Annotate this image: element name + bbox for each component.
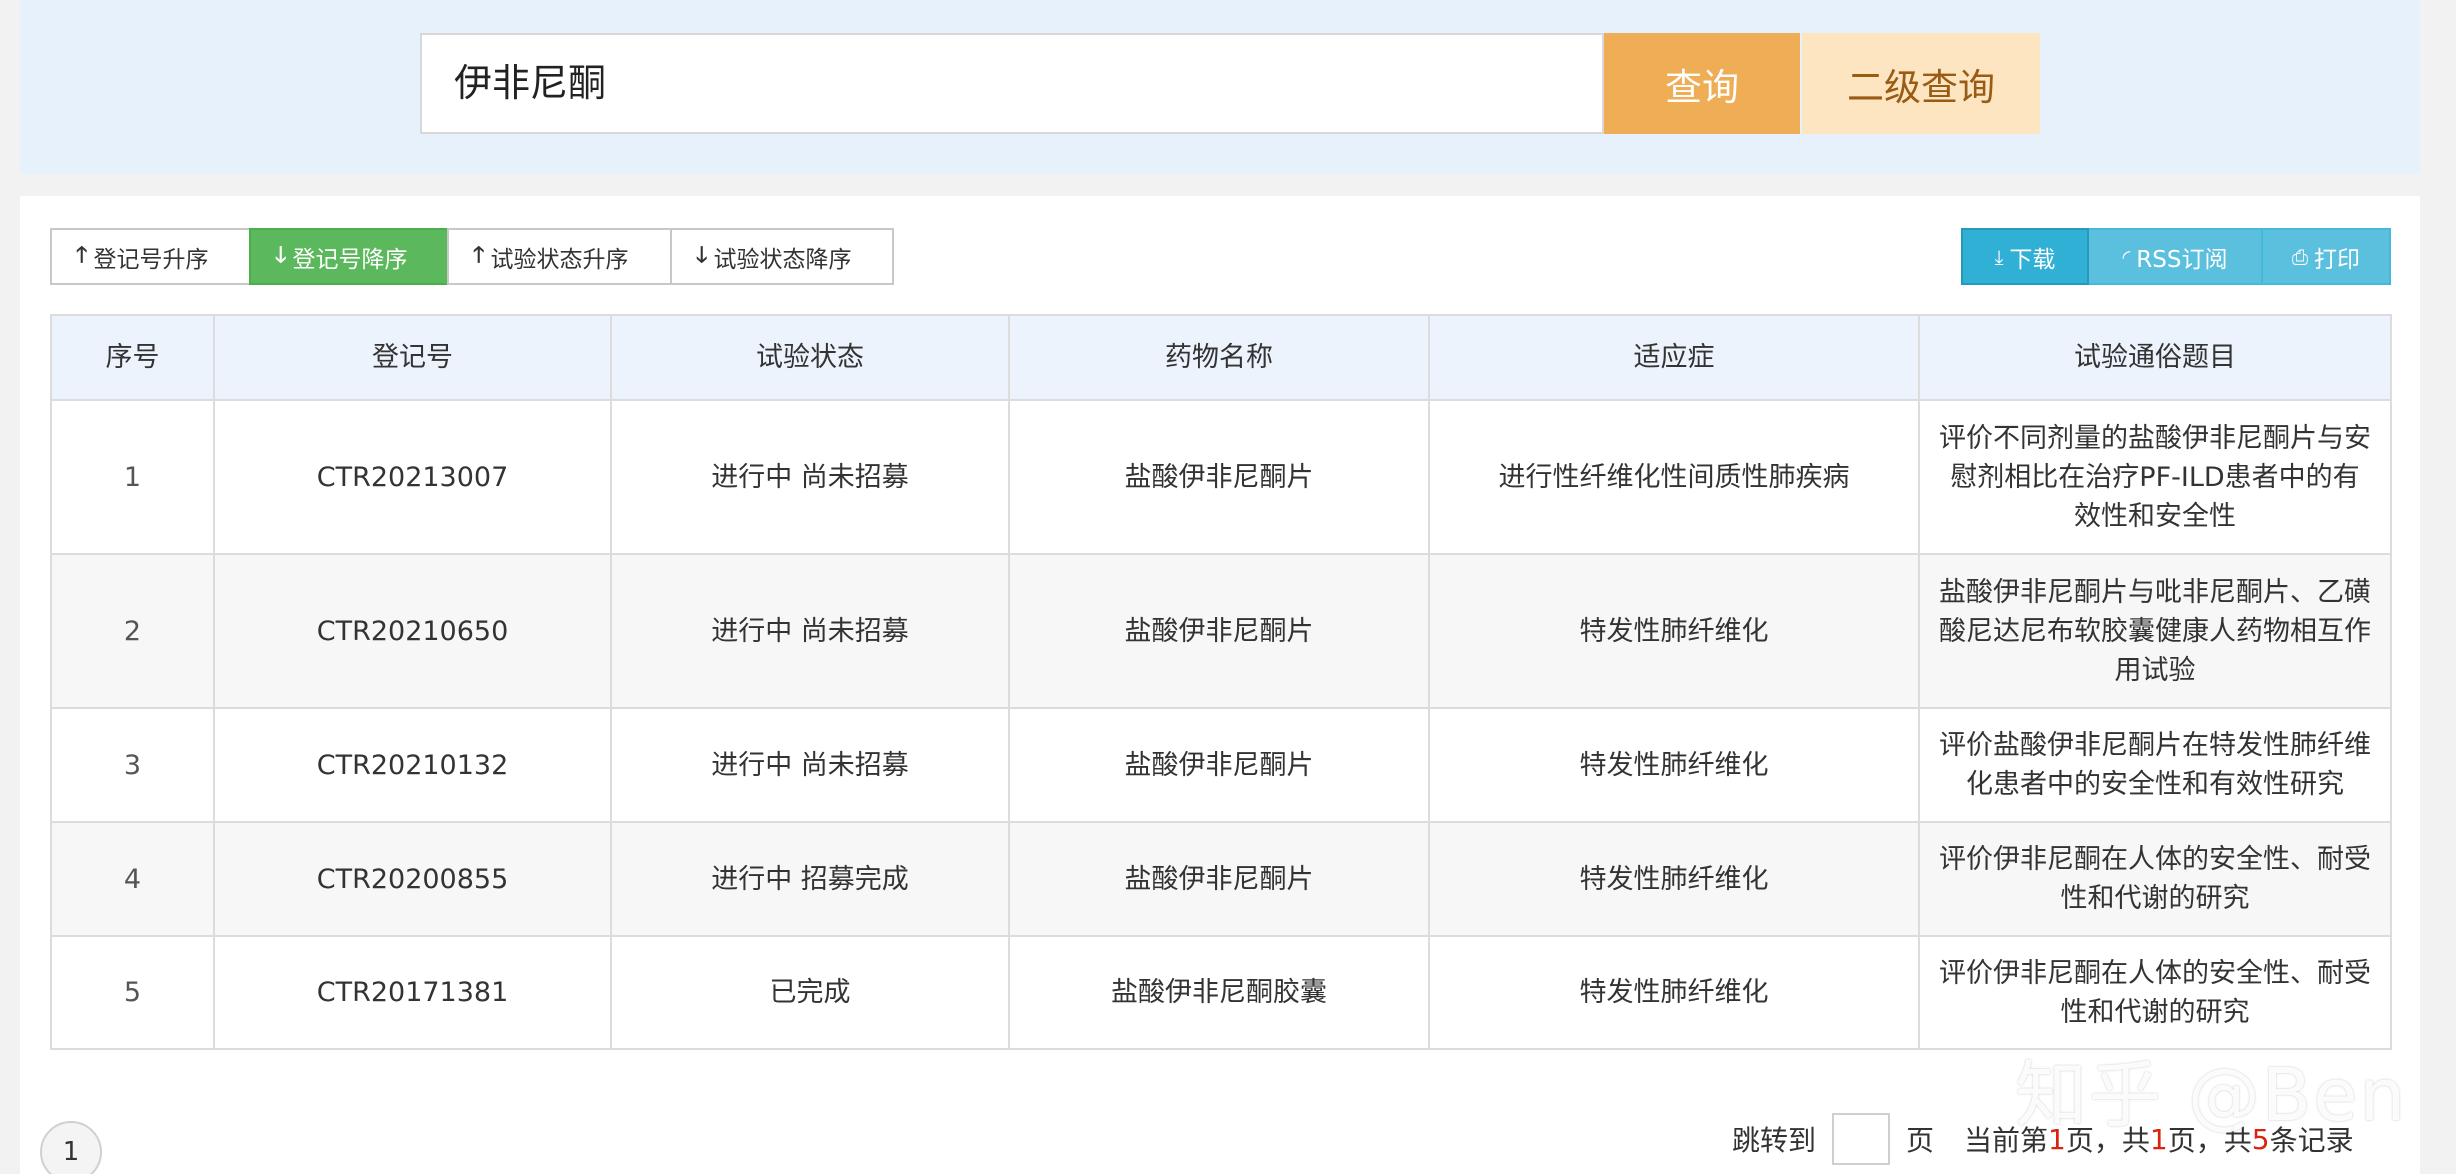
cell-status: 进行中 尚未招募 xyxy=(610,707,1010,823)
current-suffix: 页，共 xyxy=(2065,1124,2150,1157)
sort-reg-no-desc-button[interactable]: 🡓 登记号降序 xyxy=(249,228,449,285)
total-records-number: 5 xyxy=(2251,1122,2270,1156)
table-header-row: 序号 登记号 试验状态 药物名称 适应症 试验通俗题目 xyxy=(50,314,2392,401)
rss-label: RSS订阅 xyxy=(2136,246,2228,273)
rss-icon: ◜ xyxy=(2122,244,2131,269)
cell-indication: 特发性肺纤维化 xyxy=(1428,821,1920,937)
table-row[interactable]: 3 CTR20210132 进行中 尚未招募 盐酸伊非尼酮片 特发性肺纤维化 评… xyxy=(50,707,2392,823)
arrow-down-icon: 🡓 xyxy=(696,242,708,268)
cell-drug: 盐酸伊非尼酮片 xyxy=(1008,707,1430,823)
total-suffix: 页，共 xyxy=(2167,1124,2252,1157)
cell-reg-no[interactable]: CTR20171381 xyxy=(213,935,612,1050)
cell-reg-no[interactable]: CTR20210650 xyxy=(213,553,612,709)
arrow-down-icon: 🡓 xyxy=(275,242,287,268)
cell-indication: 特发性肺纤维化 xyxy=(1428,935,1920,1050)
cell-status: 进行中 尚未招募 xyxy=(610,399,1010,555)
search-bar-area: 伊非尼酮 查询 二级查询 xyxy=(20,0,2420,174)
sort-reg-no-asc-button[interactable]: 🡑 登记号升序 xyxy=(50,228,251,285)
cell-reg-no[interactable]: CTR20213007 xyxy=(213,399,612,555)
secondary-query-button[interactable]: 二级查询 xyxy=(1802,33,2040,134)
records-suffix: 条记录 xyxy=(2269,1124,2354,1157)
jump-label: 跳转到 xyxy=(1732,1124,1817,1157)
pagination-info: 跳转到 页 当前第 1 页，共 1 页，共 5 条记录 xyxy=(1732,1108,2354,1170)
results-table: 序号 登记号 试验状态 药物名称 适应症 试验通俗题目 1 CTR2021300… xyxy=(50,314,2392,1050)
total-pages-number: 1 xyxy=(2149,1122,2168,1156)
download-label: 下载 xyxy=(2009,246,2056,273)
current-prefix: 当前第 xyxy=(1964,1124,2049,1157)
table-row[interactable]: 1 CTR20213007 进行中 尚未招募 盐酸伊非尼酮片 进行性纤维化性间质… xyxy=(50,399,2392,555)
cell-status: 进行中 尚未招募 xyxy=(610,553,1010,709)
action-button-group: ⤓ 下载 ◜ RSS订阅 ⎙ 打印 xyxy=(1961,228,2391,285)
column-header-indication: 适应症 xyxy=(1428,314,1920,401)
pagination-page-1-button[interactable]: 1 xyxy=(40,1121,102,1174)
cell-status: 已完成 xyxy=(610,935,1010,1050)
sort-button-group: 🡑 登记号升序 🡓 登记号降序 🡑 试验状态升序 🡓 试验状态降序 xyxy=(50,228,894,285)
cell-seq: 5 xyxy=(50,935,215,1050)
column-header-reg-no: 登记号 xyxy=(213,314,612,401)
cell-drug: 盐酸伊非尼酮片 xyxy=(1008,399,1430,555)
rss-subscribe-button[interactable]: ◜ RSS订阅 xyxy=(2089,228,2263,285)
current-page-number: 1 xyxy=(2048,1122,2066,1156)
table-row[interactable]: 4 CTR20200855 进行中 招募完成 盐酸伊非尼酮片 特发性肺纤维化 评… xyxy=(50,821,2392,937)
column-header-title: 试验通俗题目 xyxy=(1918,314,2392,401)
sort-status-desc-button[interactable]: 🡓 试验状态降序 xyxy=(670,228,894,285)
cell-seq: 3 xyxy=(50,707,215,823)
query-button[interactable]: 查询 xyxy=(1604,33,1800,134)
cell-reg-no[interactable]: CTR20210132 xyxy=(213,707,612,823)
cell-drug: 盐酸伊非尼酮片 xyxy=(1008,821,1430,937)
cell-seq: 1 xyxy=(50,399,215,555)
column-header-seq: 序号 xyxy=(50,314,215,401)
print-button[interactable]: ⎙ 打印 xyxy=(2263,228,2391,285)
print-icon: ⎙ xyxy=(2292,244,2308,269)
table-row[interactable]: 2 CTR20210650 进行中 尚未招募 盐酸伊非尼酮片 特发性肺纤维化 盐… xyxy=(50,553,2392,709)
cell-indication: 特发性肺纤维化 xyxy=(1428,553,1920,709)
column-header-status: 试验状态 xyxy=(610,314,1010,401)
sort-label: 登记号降序 xyxy=(292,246,408,273)
sort-label: 登记号升序 xyxy=(93,246,209,273)
print-label: 打印 xyxy=(2314,246,2360,273)
sort-label: 试验状态降序 xyxy=(713,246,852,273)
download-button[interactable]: ⤓ 下载 xyxy=(1961,228,2089,285)
cell-drug: 盐酸伊非尼酮片 xyxy=(1008,553,1430,709)
cell-title[interactable]: 评价伊非尼酮在人体的安全性、耐受性和代谢的研究 xyxy=(1918,821,2392,937)
search-input[interactable]: 伊非尼酮 xyxy=(420,33,1604,134)
cell-seq: 4 xyxy=(50,821,215,937)
sort-label: 试验状态升序 xyxy=(490,246,629,273)
table-row[interactable]: 5 CTR20171381 已完成 盐酸伊非尼酮胶囊 特发性肺纤维化 评价伊非尼… xyxy=(50,935,2392,1050)
cell-title[interactable]: 盐酸伊非尼酮片与吡非尼酮片、乙磺酸尼达尼布软胶囊健康人药物相互作用试验 xyxy=(1918,553,2392,709)
cell-indication: 进行性纤维化性间质性肺疾病 xyxy=(1428,399,1920,555)
cell-indication: 特发性肺纤维化 xyxy=(1428,707,1920,823)
page-unit-label: 页 xyxy=(1906,1124,1935,1157)
cell-title[interactable]: 评价不同剂量的盐酸伊非尼酮片与安慰剂相比在治疗PF-ILD患者中的有效性和安全性 xyxy=(1918,399,2392,555)
cell-drug: 盐酸伊非尼酮胶囊 xyxy=(1008,935,1430,1050)
arrow-up-icon: 🡑 xyxy=(473,242,485,268)
arrow-up-icon: 🡑 xyxy=(76,242,88,268)
cell-status: 进行中 招募完成 xyxy=(610,821,1010,937)
sort-status-asc-button[interactable]: 🡑 试验状态升序 xyxy=(447,228,672,285)
cell-reg-no[interactable]: CTR20200855 xyxy=(213,821,612,937)
results-panel: 🡑 登记号升序 🡓 登记号降序 🡑 试验状态升序 🡓 试验状态降序 ⤓ 下载 ◜… xyxy=(20,196,2420,1174)
cell-title[interactable]: 评价伊非尼酮在人体的安全性、耐受性和代谢的研究 xyxy=(1918,935,2392,1050)
cell-title[interactable]: 评价盐酸伊非尼酮片在特发性肺纤维化患者中的安全性和有效性研究 xyxy=(1918,707,2392,823)
download-icon: ⤓ xyxy=(1994,244,2004,269)
column-header-drug: 药物名称 xyxy=(1008,314,1430,401)
cell-seq: 2 xyxy=(50,553,215,709)
jump-page-input[interactable] xyxy=(1832,1113,1891,1165)
